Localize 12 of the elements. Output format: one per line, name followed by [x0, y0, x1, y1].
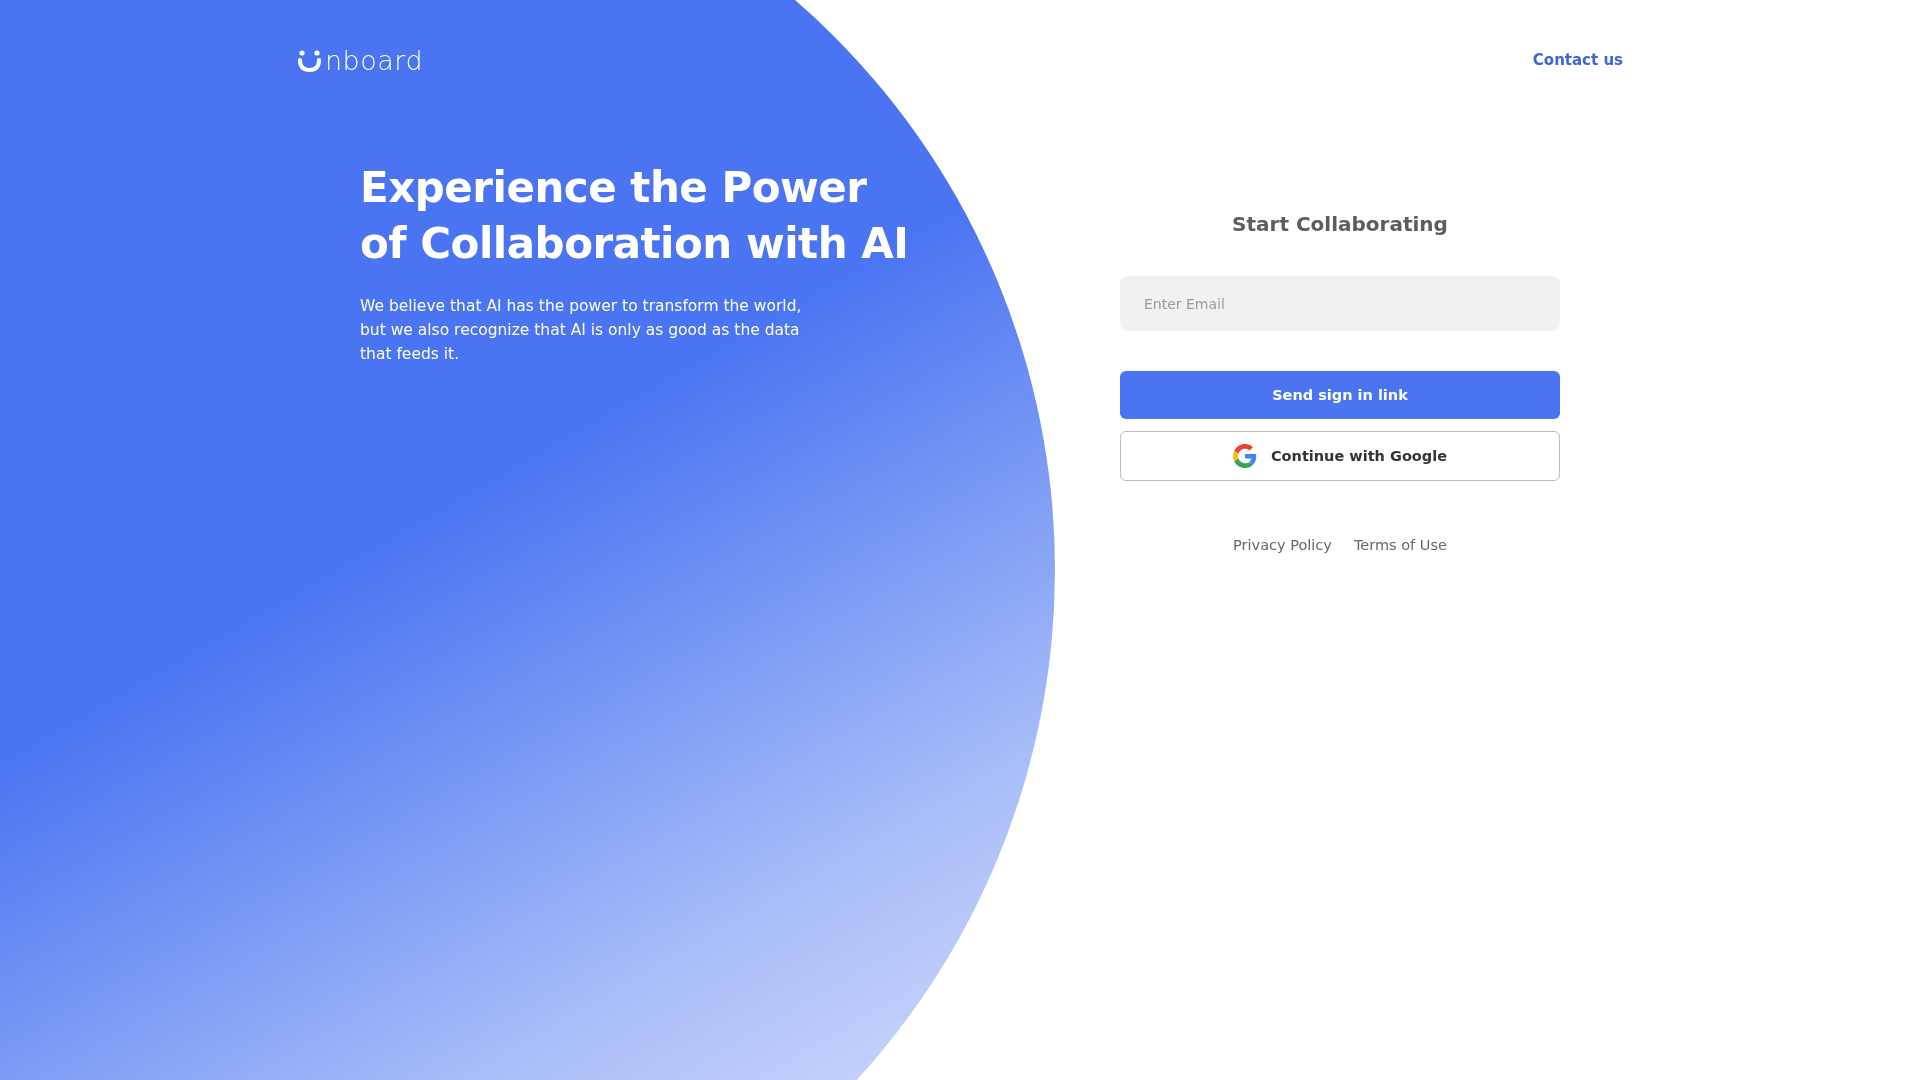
footer-link[interactable]: Privacy Policy [1233, 537, 1332, 553]
send-link-button[interactable]: Send sign in link [1120, 371, 1560, 419]
logo[interactable]: nboard [297, 44, 424, 76]
hero-description: We believe that AI has the power to transform the world, but we also recognize that AI is only as good as the data that feeds it. [360, 296, 803, 365]
contact-link[interactable]: Contact us [1532, 51, 1623, 69]
google-sign-in-button[interactable]: Continue with Google [1120, 431, 1560, 481]
smile-icon [297, 48, 323, 73]
google-logo-icon [1232, 444, 1257, 468]
form-title: Start Collaborating [1232, 212, 1448, 236]
email-input[interactable]: Enter Email [1120, 276, 1560, 331]
headline: Experience the Power of Collaboration with AI [360, 162, 909, 270]
footer-link[interactable]: Terms of Use [1353, 537, 1447, 553]
